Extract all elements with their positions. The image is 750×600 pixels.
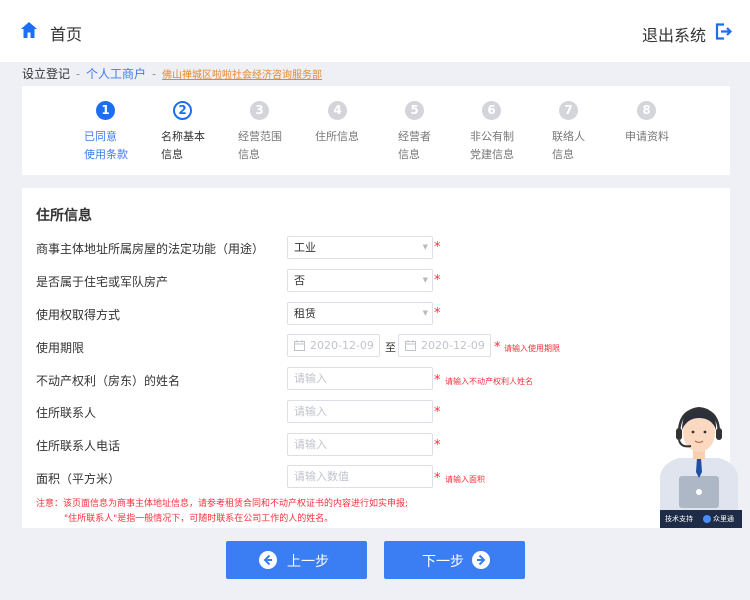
right-method-select[interactable]: 租赁 ▼ — [287, 302, 433, 325]
step-label: 经营范围 信息 — [238, 130, 282, 161]
residential-label: 是否属于住宅或军队房产 — [36, 275, 169, 289]
step-number: 7 — [559, 101, 578, 120]
period-label: 使用期限 — [36, 341, 85, 355]
calendar-icon — [405, 340, 416, 351]
breadcrumb-registration: 设立登记 — [22, 67, 71, 81]
notice-line: "住所联系人"是指一般情况下，可随时联系在公司工作的人的姓名。 — [64, 514, 334, 524]
period-start-date[interactable]: 2020-12-09 — [287, 334, 380, 357]
required-mark: * — [434, 240, 441, 255]
notice-line: 注意：该页面信息为商事主体地址信息，请参考租赁合同和不动产权证书的内容进行如实申… — [36, 499, 409, 509]
right-method-value: 租赁 — [294, 307, 316, 320]
arrow-left-icon — [259, 551, 277, 569]
required-mark: * — [434, 373, 441, 388]
support-label: 技术支持 — [665, 515, 693, 523]
form-title: 住所信息 — [36, 208, 92, 224]
step-number: 2 — [173, 101, 192, 120]
prev-step-label: 上一步 — [287, 553, 329, 569]
contact-phone-label: 住所联系人电话 — [36, 439, 121, 453]
owner-name-hint: 请输入不动产权利人姓名 — [445, 377, 533, 386]
period-end-date[interactable]: 2020-12-09 — [398, 334, 491, 357]
prev-step-button[interactable]: 上一步 — [226, 541, 367, 579]
calendar-icon — [294, 340, 305, 351]
next-step-label: 下一步 — [422, 553, 464, 569]
period-hint: 请输入使用期限 — [504, 344, 560, 353]
breadcrumb-separator: - — [151, 67, 157, 81]
breadcrumb-business-type[interactable]: 个人工商户 — [86, 67, 146, 81]
top-bar: 首页 退出系统 — [0, 0, 750, 62]
usage-select[interactable]: 工业 ▼ — [287, 236, 433, 259]
home-icon[interactable] — [20, 21, 38, 39]
brand-logo-icon — [703, 515, 711, 523]
contact-phone-input[interactable]: 请输入 — [287, 433, 433, 456]
breadcrumb-company-name[interactable]: 佛山禅城区啦啦社会经济咨询服务部 — [162, 70, 322, 81]
step-number: 3 — [250, 101, 269, 120]
owner-name-input[interactable]: 请输入 — [287, 367, 433, 390]
home-link[interactable]: 首页 — [50, 21, 82, 45]
usage-label: 商事主体地址所属房屋的法定功能（用途） — [36, 242, 265, 256]
required-mark: * — [434, 405, 441, 420]
step-number: 4 — [328, 101, 347, 120]
step-label: 名称基本 信息 — [161, 130, 205, 161]
step-number: 1 — [96, 101, 115, 120]
period-end-placeholder: 2020-12-09 — [421, 339, 485, 352]
required-mark: * — [494, 340, 501, 355]
right-method-label: 使用权取得方式 — [36, 308, 121, 322]
chevron-down-icon: ▼ — [422, 309, 428, 317]
contact-label: 住所联系人 — [36, 406, 97, 420]
area-input[interactable]: 请输入数值 — [287, 465, 433, 488]
chevron-down-icon: ▼ — [422, 243, 428, 251]
step-label: 非公有制 党建信息 — [470, 130, 514, 161]
required-mark: * — [434, 306, 441, 321]
step-number: 5 — [405, 101, 424, 120]
support-brand: 众里通 — [703, 510, 734, 528]
support-agent-illustration — [660, 407, 738, 510]
area-hint: 请输入面积 — [445, 475, 485, 484]
chevron-down-icon: ▼ — [422, 276, 428, 284]
breadcrumb-separator: - — [75, 67, 81, 81]
step-label: 已同意 使用条款 — [84, 130, 128, 161]
step-label: 联络人 信息 — [552, 130, 585, 161]
logout-link[interactable]: 退出系统 — [642, 22, 706, 46]
arrow-right-icon — [472, 551, 490, 569]
step-label: 住所信息 — [315, 130, 359, 143]
address-form: 住所信息 商事主体地址所属房屋的法定功能（用途） 工业 ▼ * 是否属于住宅或军… — [22, 188, 730, 528]
support-bar[interactable]: 技术支持 众里通 — [660, 510, 742, 528]
step-number: 6 — [482, 101, 501, 120]
period-start-placeholder: 2020-12-09 — [310, 339, 374, 352]
required-mark: * — [434, 438, 441, 453]
required-mark: * — [434, 471, 441, 486]
progress-steps: 1 已同意 使用条款 2 名称基本 信息 3 经营范围 信息 4 住所信息 5 … — [22, 86, 730, 175]
next-step-button[interactable]: 下一步 — [384, 541, 525, 579]
brand-name: 众里通 — [713, 515, 734, 523]
residential-select[interactable]: 否 ▼ — [287, 269, 433, 292]
logout-icon[interactable] — [715, 23, 732, 40]
contact-input[interactable]: 请输入 — [287, 400, 433, 423]
breadcrumb: 设立登记 - 个人工商户 - 佛山禅城区啦啦社会经济咨询服务部 — [22, 65, 322, 82]
support-widget[interactable] — [657, 398, 741, 528]
step-label: 申请资料 — [625, 130, 669, 143]
step-number: 8 — [637, 101, 656, 120]
owner-name-label: 不动产权利（房东）的姓名 — [36, 374, 181, 388]
residential-value: 否 — [294, 274, 305, 287]
required-mark: * — [434, 273, 441, 288]
usage-value: 工业 — [294, 241, 316, 254]
notice-text: 注意：该页面信息为商事主体地址信息，请参考租赁合同和不动产权证书的内容进行如实申… — [36, 497, 408, 527]
area-label: 面积（平方米） — [36, 472, 121, 486]
period-to-label: 至 — [385, 341, 396, 354]
step-label: 经营者 信息 — [398, 130, 431, 161]
